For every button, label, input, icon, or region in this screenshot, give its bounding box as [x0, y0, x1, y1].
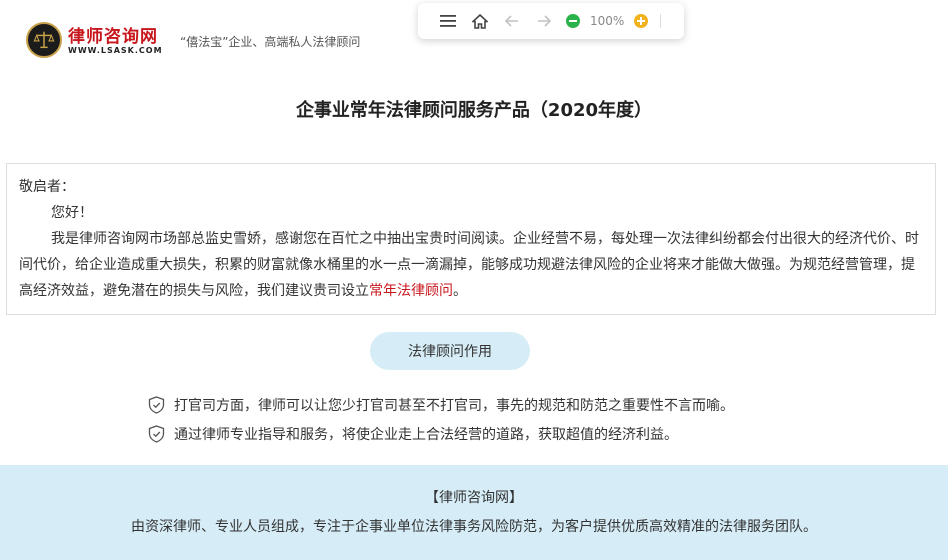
site-logo[interactable]: 律师咨询网 WWW.LSASK.COM: [26, 22, 176, 62]
reader-toolbar: 100%: [418, 3, 684, 39]
section-label-pill: 法律顾问作用: [370, 332, 530, 370]
footer-title: 【律师咨询网】: [425, 490, 523, 506]
benefit-text: 通过律师专业指导和服务，将使企业走上合法经营的道路，获取超值的经济利益。: [174, 426, 678, 443]
letter-greeting: 您好！: [51, 205, 93, 221]
list-item: 打官司方面，律师可以让您少打官司甚至不打官司，事先的规范和防范之重要性不言而喻。: [148, 390, 908, 419]
menu-icon[interactable]: [432, 3, 464, 39]
zoom-level: 100%: [590, 14, 625, 28]
letter-end: 。: [453, 283, 467, 299]
about-footer: 【律师咨询网】 由资深律师、专业人员组成，专注于企事业单位法律事务风险防范，为客…: [0, 465, 948, 560]
letter-body-text: 我是律师咨询网市场部总监史雪娇，感谢您在百忙之中抽出宝贵时间阅读。企业经营不易，…: [19, 231, 919, 299]
letter-salutation: 敬启者：: [19, 179, 75, 195]
intro-letter: 敬启者： 您好！ 我是律师咨询网市场部总监史雪娇，感谢您在百忙之中抽出宝贵时间阅…: [6, 163, 936, 315]
benefit-text: 打官司方面，律师可以让您少打官司甚至不打官司，事先的规范和防范之重要性不言而喻。: [174, 397, 734, 414]
list-item: 通过律师专业指导和服务，将使企业走上合法经营的道路，获取超值的经济利益。: [148, 419, 908, 448]
scales-of-justice-icon: [26, 22, 62, 58]
shield-check-icon: [148, 395, 166, 414]
home-icon[interactable]: [464, 3, 496, 39]
logo-url: WWW.LSASK.COM: [68, 46, 163, 55]
header-slogan: “僖法宝”企业、高端私人法律顾问: [180, 35, 361, 49]
letter-body: 我是律师咨询网市场部总监史雪娇，感谢您在百忙之中抽出宝贵时间阅读。企业经营不易，…: [19, 226, 923, 304]
toolbar-divider: [660, 14, 662, 28]
zoom-out-icon[interactable]: [566, 14, 580, 28]
page-title: 企事业常年法律顾问服务产品（2020年度）: [295, 100, 653, 121]
forward-arrow-icon[interactable]: [528, 3, 560, 39]
footer-description: 由资深律师、专业人员组成，专注于企事业单位法律事务风险防范，为客户提供优质高效精…: [131, 519, 817, 535]
zoom-in-icon[interactable]: [634, 14, 649, 28]
benefit-list: 打官司方面，律师可以让您少打官司甚至不打官司，事先的规范和防范之重要性不言而喻。…: [148, 390, 908, 448]
letter-highlight-link[interactable]: 常年法律顾问: [369, 283, 453, 299]
shield-check-icon: [148, 424, 166, 443]
back-arrow-icon[interactable]: [496, 3, 528, 39]
logo-title: 律师咨询网: [68, 27, 158, 47]
